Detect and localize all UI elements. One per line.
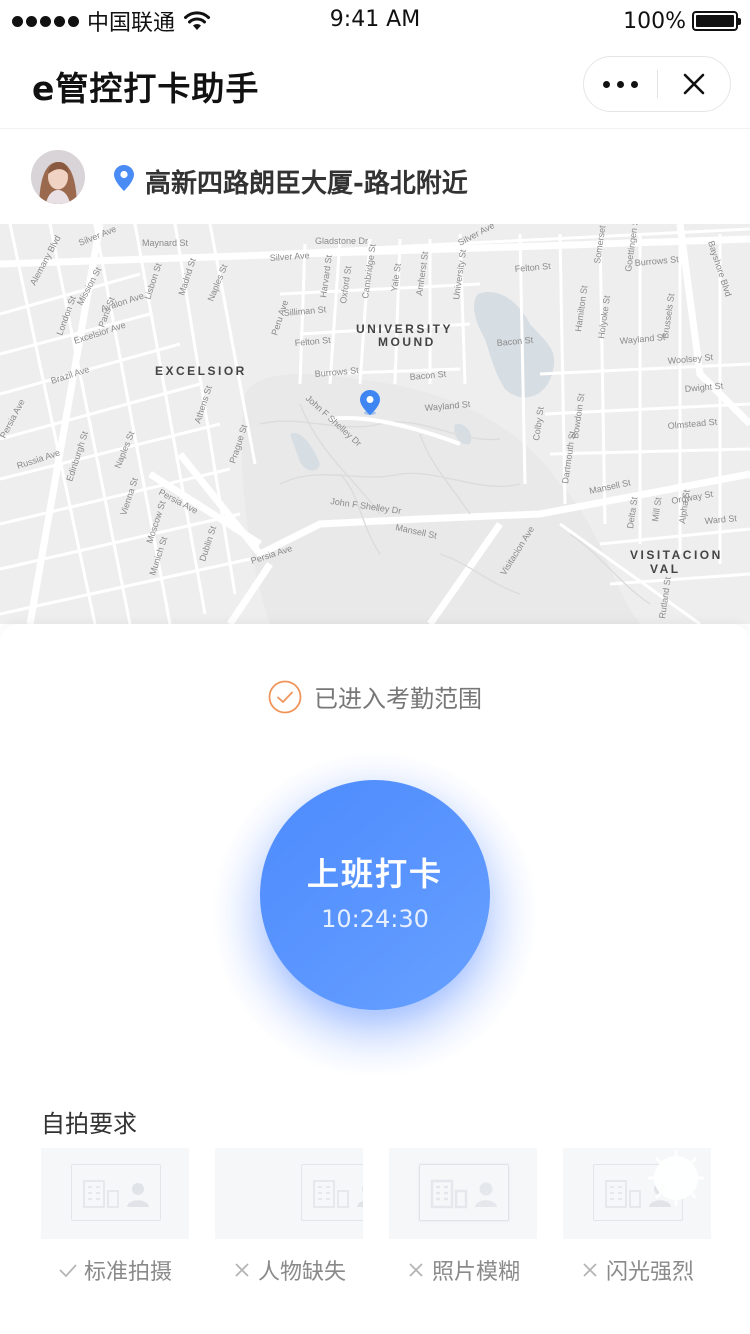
map-label-mound: MOUND	[378, 335, 436, 349]
sample-caption-flash: 闪光强烈	[563, 1255, 711, 1285]
selfie-sample-flash: 闪光强烈	[563, 1148, 711, 1285]
selfie-sample-blurry: 照片模糊	[389, 1148, 537, 1285]
id-card-blurry	[389, 1148, 537, 1239]
battery-percent: 100%	[623, 8, 686, 34]
selfie-sample-standard: 标准拍摄	[41, 1148, 189, 1285]
range-status: 已进入考勤范围	[0, 679, 750, 714]
status-bar: 中国联通 9:41 AM 100%	[0, 0, 750, 40]
flash-glare	[648, 1150, 704, 1206]
map-label-gladstone-dr: Gladstone Dr	[315, 236, 368, 246]
punch-in-label: 上班打卡	[306, 855, 443, 893]
check-circle-icon	[268, 680, 302, 713]
status-right: 100%	[623, 6, 741, 36]
id-card-person-missing	[215, 1148, 363, 1239]
map-view[interactable]: UNIVERSITY MOUND EXCELSIOR VISITACION VA…	[0, 224, 750, 624]
sample-caption-standard: 标准拍摄	[41, 1255, 189, 1285]
selfie-requirements-title: 自拍要求	[41, 1110, 137, 1138]
sample-caption-text: 标准拍摄	[83, 1260, 172, 1285]
sample-caption-person-missing: 人物缺失	[215, 1255, 363, 1285]
sample-caption-blurry: 照片模糊	[389, 1255, 537, 1285]
map-label-excelsior: EXCELSIOR	[155, 364, 247, 378]
cross-icon	[409, 1263, 423, 1277]
cross-icon	[235, 1263, 249, 1277]
more-dots-icon[interactable]	[584, 57, 657, 111]
id-card-standard	[41, 1148, 189, 1239]
sample-caption-text: 闪光强烈	[605, 1260, 694, 1285]
location-pin-icon	[114, 165, 134, 191]
cross-icon	[583, 1263, 597, 1277]
punch-in-button[interactable]: 上班打卡 10:24:30	[260, 780, 490, 1010]
avatar[interactable]	[31, 150, 85, 204]
selfie-samples: 标准拍摄 人物缺失 照片模糊 闪光强烈	[41, 1148, 711, 1285]
nav-bar: e管控打卡助手	[0, 40, 750, 128]
punch-in-time: 10:24:30	[321, 905, 429, 933]
page-title: e管控打卡助手	[32, 69, 260, 108]
battery-icon	[692, 11, 741, 31]
map-label-visitacion: VISITACION	[630, 548, 723, 562]
selfie-sample-person-missing: 人物缺失	[215, 1148, 363, 1285]
sample-caption-text: 人物缺失	[257, 1260, 346, 1285]
location-bar: 高新四路朗臣大厦-路北附近	[0, 128, 750, 224]
map-label-university: UNIVERSITY	[356, 322, 453, 336]
check-icon	[59, 1264, 77, 1278]
close-icon[interactable]	[658, 57, 731, 111]
range-status-text: 已进入考勤范围	[314, 685, 482, 713]
map-label-maynard-st: Maynard St	[142, 238, 189, 248]
sample-caption-text: 照片模糊	[431, 1260, 520, 1285]
map-label-val: VAL	[650, 562, 681, 576]
mini-program-capsule	[583, 56, 731, 112]
location-address: 高新四路朗臣大厦-路北附近	[145, 169, 468, 199]
map-canvas: UNIVERSITY MOUND EXCELSIOR VISITACION VA…	[0, 224, 750, 624]
punch-card-panel: 已进入考勤范围 上班打卡 10:24:30 自拍要求 标准拍摄 人物缺失 照片模…	[0, 624, 750, 1334]
id-card-flash	[563, 1148, 711, 1239]
